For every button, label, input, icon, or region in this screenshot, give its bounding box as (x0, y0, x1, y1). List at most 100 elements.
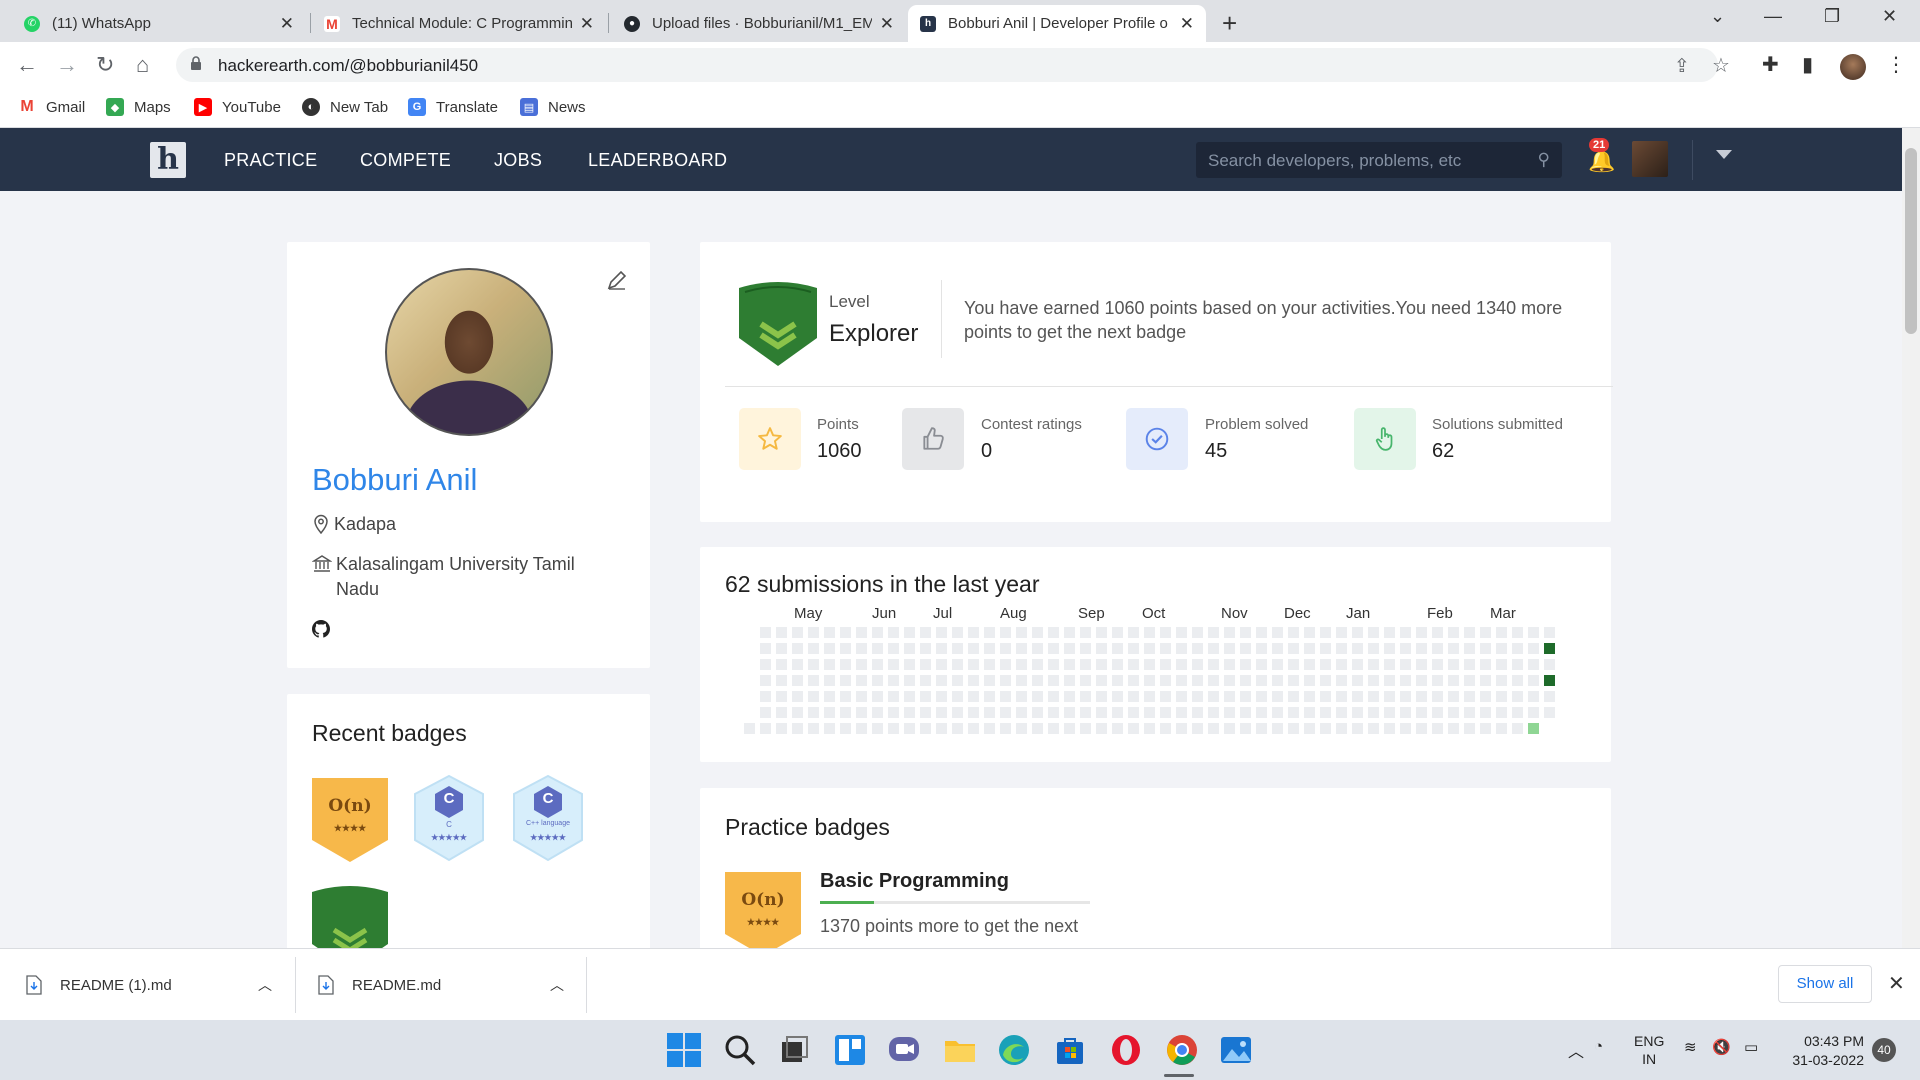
heatmap-cell[interactable] (776, 691, 787, 702)
heatmap-cell[interactable] (856, 707, 867, 718)
heatmap-cell[interactable] (1240, 659, 1251, 670)
heatmap-cell[interactable] (936, 723, 947, 734)
heatmap-cell[interactable] (1464, 675, 1475, 686)
heatmap-cell[interactable] (1368, 675, 1379, 686)
heatmap-cell[interactable] (968, 707, 979, 718)
heatmap-cell[interactable] (920, 707, 931, 718)
heatmap-cell[interactable] (1256, 691, 1267, 702)
heatmap-cell[interactable] (1192, 707, 1203, 718)
heatmap-cell[interactable] (968, 627, 979, 638)
heatmap-cell[interactable] (776, 675, 787, 686)
heatmap-cell[interactable] (1384, 675, 1395, 686)
heatmap-cell[interactable] (952, 707, 963, 718)
heatmap-cell[interactable] (1320, 691, 1331, 702)
heatmap-cell[interactable] (1016, 723, 1027, 734)
search-icon[interactable] (720, 1030, 760, 1070)
heatmap-cell[interactable] (1048, 691, 1059, 702)
heatmap-cell[interactable] (1384, 643, 1395, 654)
heatmap-cell[interactable] (1144, 707, 1155, 718)
heatmap-cell[interactable] (1448, 643, 1459, 654)
heatmap-cell[interactable] (936, 643, 947, 654)
heatmap-cell[interactable] (1128, 707, 1139, 718)
heatmap-cell[interactable] (952, 627, 963, 638)
heatmap-cell[interactable] (968, 643, 979, 654)
heatmap-cell[interactable] (1384, 627, 1395, 638)
heatmap-cell[interactable] (1272, 659, 1283, 670)
heatmap-cell[interactable] (984, 723, 995, 734)
heatmap-cell[interactable] (856, 723, 867, 734)
heatmap-cell[interactable] (1160, 659, 1171, 670)
heatmap-cell[interactable] (872, 691, 883, 702)
chevron-up-icon[interactable]: ︿ (258, 975, 272, 995)
download-item[interactable]: README (1).md ︿ (26, 949, 276, 1021)
heatmap-cell[interactable] (1112, 707, 1123, 718)
heatmap-cell[interactable] (984, 643, 995, 654)
heatmap-cell[interactable] (1336, 659, 1347, 670)
heatmap-cell[interactable] (888, 691, 899, 702)
heatmap-cell[interactable] (1160, 723, 1171, 734)
heatmap-cell[interactable] (856, 675, 867, 686)
heatmap-cell[interactable] (936, 691, 947, 702)
heatmap-cell[interactable] (1224, 627, 1235, 638)
heatmap-cell[interactable] (1240, 723, 1251, 734)
bookmark-translate[interactable]: G Translate (408, 98, 498, 116)
heatmap-cell[interactable] (1144, 659, 1155, 670)
heatmap-cell[interactable] (1304, 659, 1315, 670)
heatmap-cell[interactable] (1272, 675, 1283, 686)
heatmap-cell[interactable] (1224, 691, 1235, 702)
heatmap-cell[interactable] (1432, 723, 1443, 734)
heatmap-cell[interactable] (1320, 627, 1331, 638)
heatmap-cell[interactable] (824, 659, 835, 670)
heatmap-cell[interactable] (1064, 643, 1075, 654)
heatmap-cell[interactable] (1176, 643, 1187, 654)
reload-icon[interactable]: ↻ (96, 52, 114, 78)
heatmap-cell[interactable] (1048, 723, 1059, 734)
heatmap-cell[interactable] (1224, 643, 1235, 654)
heatmap-cell[interactable] (1400, 643, 1411, 654)
heatmap-cell[interactable] (1256, 723, 1267, 734)
heatmap-cell[interactable] (1384, 659, 1395, 670)
heatmap-cell[interactable] (760, 723, 771, 734)
heatmap-cell[interactable] (1208, 627, 1219, 638)
close-icon[interactable]: ✕ (1180, 14, 1194, 34)
heatmap-cell[interactable] (1432, 659, 1443, 670)
heatmap-cell[interactable] (1512, 659, 1523, 670)
bookmark-star-icon[interactable]: ☆ (1712, 53, 1730, 78)
close-icon[interactable]: ✕ (880, 14, 894, 34)
heatmap-cell[interactable] (920, 659, 931, 670)
heatmap-cell[interactable] (1464, 627, 1475, 638)
heatmap-cell[interactable] (984, 627, 995, 638)
heatmap-cell[interactable] (1544, 627, 1555, 638)
nav-leaderboard[interactable]: LEADERBOARD (588, 150, 727, 171)
heatmap-cell[interactable] (792, 723, 803, 734)
practice-badge-name[interactable]: Basic Programming (820, 870, 1009, 893)
heatmap-cell[interactable] (904, 707, 915, 718)
heatmap-cell[interactable] (1448, 691, 1459, 702)
heatmap-cell[interactable] (1400, 627, 1411, 638)
heatmap-cell[interactable] (1160, 707, 1171, 718)
heatmap-cell[interactable] (1544, 707, 1555, 718)
search-icon[interactable]: ⚲ (1538, 150, 1550, 170)
heatmap-cell[interactable] (1416, 659, 1427, 670)
heatmap-cell[interactable] (1288, 723, 1299, 734)
heatmap-cell[interactable] (1080, 723, 1091, 734)
extensions-icon[interactable]: ✚ (1762, 52, 1779, 77)
heatmap-cell[interactable] (872, 675, 883, 686)
heatmap-cell[interactable] (1048, 643, 1059, 654)
heatmap-cell[interactable] (1000, 643, 1011, 654)
heatmap-cell[interactable] (1112, 675, 1123, 686)
heatmap-cell[interactable] (1080, 707, 1091, 718)
heatmap-cell[interactable] (920, 643, 931, 654)
heatmap-cell[interactable] (1080, 691, 1091, 702)
heatmap-cell[interactable] (904, 643, 915, 654)
heatmap-cell[interactable] (1320, 643, 1331, 654)
heatmap-cell[interactable] (984, 707, 995, 718)
heatmap-cell[interactable] (760, 643, 771, 654)
heatmap-cell[interactable] (1240, 675, 1251, 686)
browser-profile-avatar[interactable] (1840, 54, 1866, 80)
heatmap-cell[interactable] (1464, 723, 1475, 734)
heatmap-cell[interactable] (1416, 707, 1427, 718)
widgets-icon[interactable] (830, 1030, 870, 1070)
windows-start-icon[interactable] (664, 1030, 704, 1070)
heatmap-cell[interactable] (872, 707, 883, 718)
